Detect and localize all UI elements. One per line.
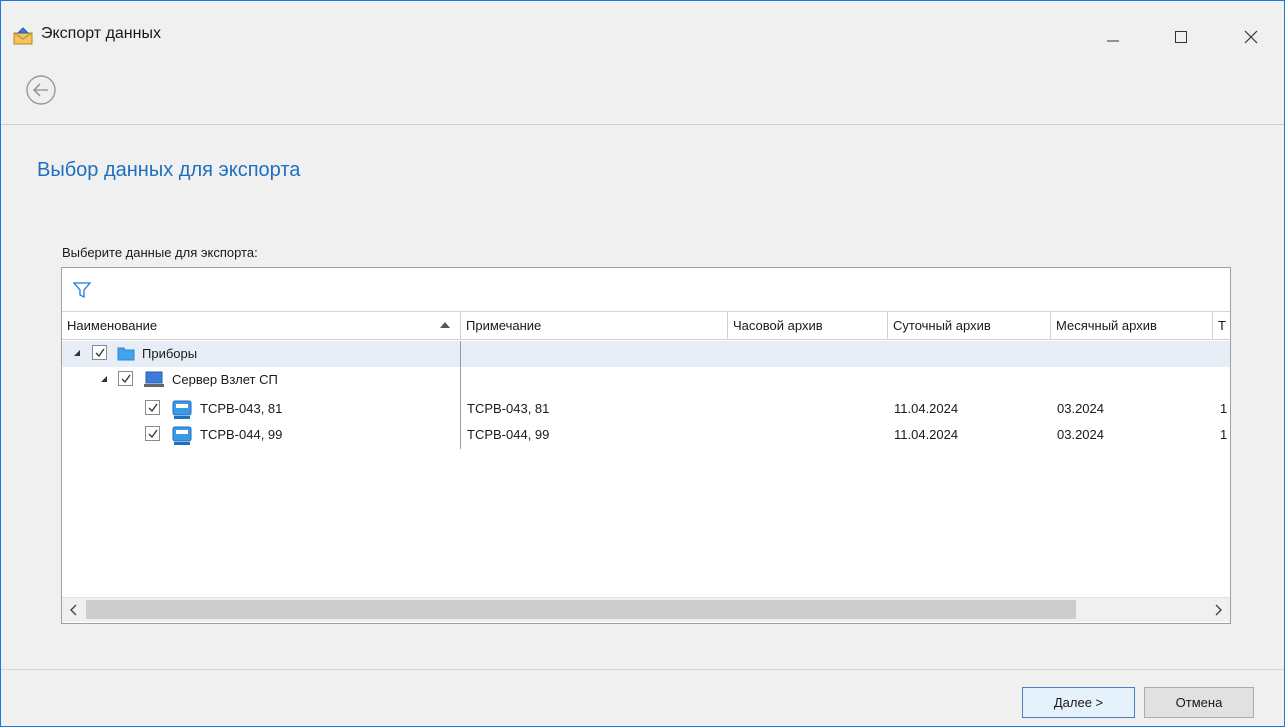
tree-rows: Приборы Сервер Взлет СП TCPB-043, 81 TCP…	[62, 341, 1230, 596]
data-tree-grid: Наименование Примечание Часовой архив Су…	[61, 267, 1231, 624]
window-title: Экспорт данных	[41, 25, 161, 42]
column-header-label: Наименование	[67, 318, 158, 333]
row-checkbox[interactable]	[145, 400, 160, 415]
row-checkbox[interactable]	[118, 371, 133, 386]
row-note: TCPB-043, 81	[467, 401, 550, 416]
row-note: TCPB-044, 99	[467, 427, 550, 442]
row-monthly-archive: 03.2024	[1057, 427, 1104, 442]
column-header-label: Примечание	[466, 318, 542, 333]
minimize-button[interactable]	[1090, 21, 1136, 51]
title-bar: Экспорт данных	[1, 1, 1284, 65]
meter-device-icon	[172, 426, 192, 449]
column-header-label: Суточный архив	[893, 318, 991, 333]
checkmark-icon	[148, 403, 158, 413]
row-checkbox[interactable]	[92, 345, 107, 360]
column-header-monthly[interactable]: Месячный архив	[1051, 312, 1213, 340]
row-name: TCPB-044, 99	[200, 427, 283, 442]
tree-row-device[interactable]: TCPB-044, 99 TCPB-044, 99 11.04.2024 03.…	[62, 422, 1230, 448]
next-button[interactable]: Далее >	[1022, 687, 1135, 718]
filter-icon[interactable]	[72, 281, 92, 302]
row-name: Сервер Взлет СП	[172, 372, 278, 387]
scrollbar-thumb[interactable]	[86, 600, 1076, 619]
row-daily-archive: 11.04.2024	[894, 401, 959, 416]
minimize-icon	[1107, 40, 1119, 42]
tree-row-server[interactable]: Сервер Взлет СП	[62, 367, 1230, 393]
column-header-hourly[interactable]: Часовой архив	[728, 312, 888, 340]
column-header-label: Месячный архив	[1056, 318, 1157, 333]
close-button[interactable]	[1228, 21, 1274, 51]
export-window: Экспорт данных Выбор данных для экспорта…	[0, 0, 1285, 727]
tree-row-devices[interactable]: Приборы	[62, 341, 1230, 367]
row-extra: 1	[1220, 427, 1228, 442]
column-header-note[interactable]: Примечание	[461, 312, 728, 340]
back-arrow-icon	[26, 75, 56, 105]
expand-arrow-icon[interactable]	[101, 376, 107, 382]
row-daily-archive: 11.04.2024	[894, 427, 959, 442]
page-title: Выбор данных для экспорта	[37, 159, 301, 181]
row-extra: 1	[1220, 401, 1228, 416]
maximize-icon	[1175, 31, 1187, 43]
back-button[interactable]	[24, 73, 58, 107]
horizontal-scrollbar[interactable]	[62, 597, 1230, 622]
tree-row-device[interactable]: TCPB-043, 81 TCPB-043, 81 11.04.2024 03.…	[62, 396, 1230, 422]
close-icon	[1244, 30, 1258, 44]
chevron-right-icon[interactable]	[1210, 602, 1226, 618]
checkmark-icon	[148, 429, 158, 439]
column-header-label: Т	[1218, 318, 1226, 333]
row-name: Приборы	[142, 346, 198, 361]
row-checkbox[interactable]	[145, 426, 160, 441]
column-header-extra[interactable]: Т	[1213, 312, 1230, 340]
export-envelope-icon	[13, 27, 33, 45]
cancel-button[interactable]: Отмена	[1144, 687, 1254, 718]
filter-bar	[62, 268, 1230, 312]
checkmark-icon	[95, 348, 105, 358]
maximize-button[interactable]	[1158, 21, 1204, 51]
expand-arrow-icon[interactable]	[74, 350, 80, 356]
folder-icon	[117, 345, 135, 364]
row-name: TCPB-043, 81	[200, 401, 283, 416]
footer-divider	[1, 669, 1284, 670]
column-divider[interactable]	[460, 341, 461, 449]
sort-ascending-icon	[440, 322, 450, 328]
column-header-name[interactable]: Наименование	[62, 312, 461, 340]
checkmark-icon	[121, 374, 131, 384]
header-divider	[1, 124, 1284, 125]
server-computer-icon	[144, 371, 164, 391]
selection-prompt: Выберите данные для экспорта:	[62, 245, 258, 260]
column-header-daily[interactable]: Суточный архив	[888, 312, 1051, 340]
column-header-label: Часовой архив	[733, 318, 823, 333]
row-monthly-archive: 03.2024	[1057, 401, 1104, 416]
chevron-left-icon[interactable]	[66, 602, 82, 618]
meter-device-icon	[172, 400, 192, 423]
